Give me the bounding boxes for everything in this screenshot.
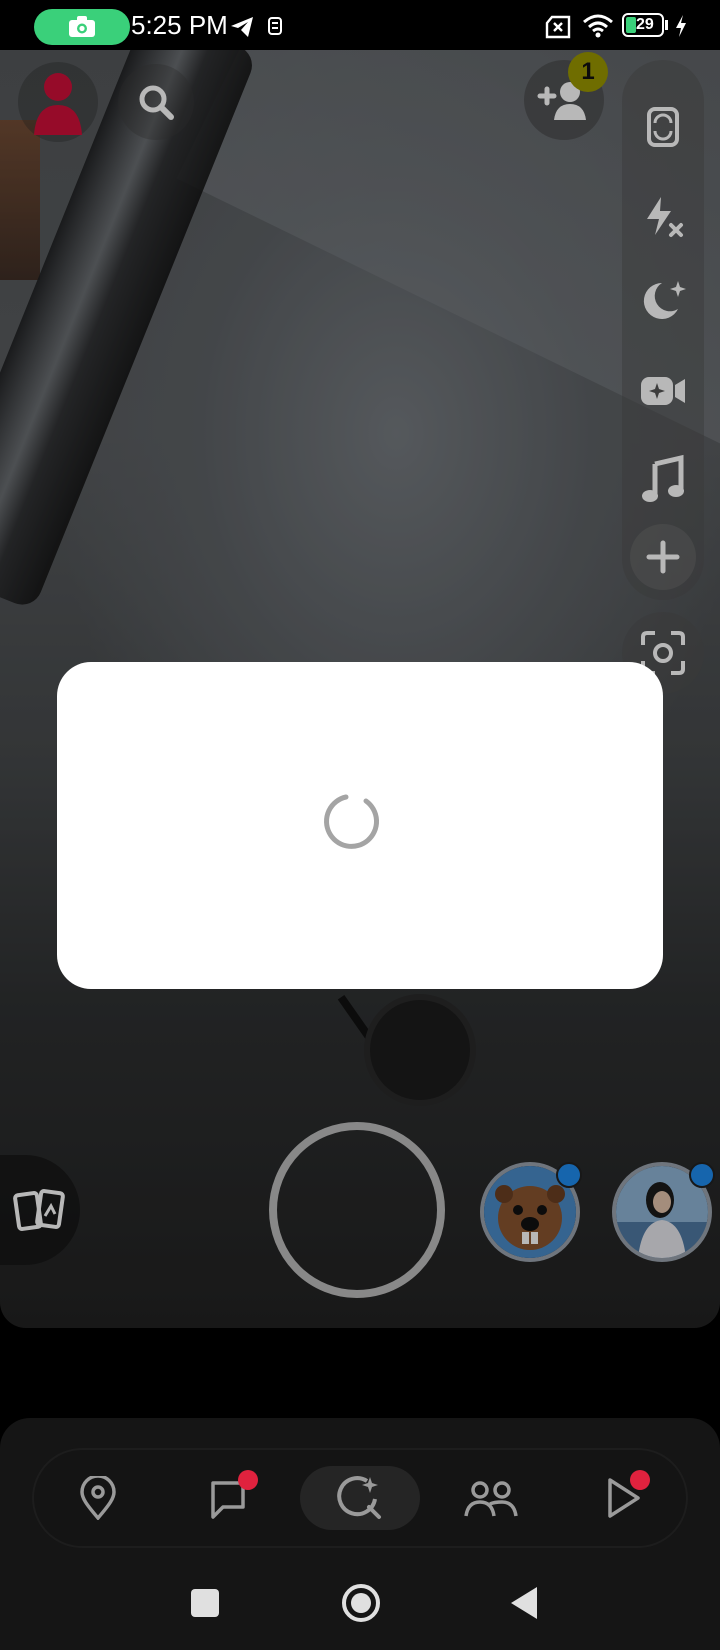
battery-percent: 29 [636,16,654,33]
back-button[interactable] [500,1578,550,1628]
nav-stories[interactable] [436,1466,546,1530]
telegram-icon [231,17,253,37]
battery-tip [665,20,668,30]
no-sim-icon [545,15,571,39]
nav-camera[interactable] [300,1466,420,1530]
status-bar: 5:25 PM 29 [0,0,720,52]
wifi-icon [583,14,613,38]
nav-chat[interactable] [174,1466,284,1530]
battery-level [626,17,636,33]
screen-recorder-indicator[interactable] [34,9,130,45]
friends-icon [464,1481,518,1517]
battery-icon: 29 [622,13,664,37]
recent-apps-button[interactable] [180,1578,230,1628]
map-pin-icon [80,1476,116,1520]
alarm-icon [268,17,282,35]
nav-spotlight[interactable] [567,1466,677,1530]
square-icon [191,1589,219,1617]
clock: 5:25 PM [131,10,228,40]
chat-notification-dot [238,1470,258,1490]
loading-spinner-icon [324,794,380,849]
camera-lens-icon [337,1476,381,1519]
nav-map[interactable] [43,1466,153,1530]
back-triangle-icon [511,1587,537,1619]
charging-icon [676,15,686,37]
home-circle-icon [342,1584,380,1622]
camera-icon [69,16,95,37]
home-button[interactable] [336,1578,386,1628]
spotlight-notification-dot [630,1470,650,1490]
